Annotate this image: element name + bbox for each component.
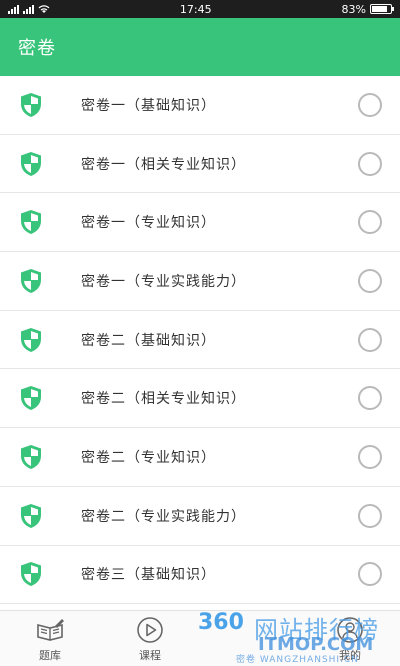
tab-label-mine: 我的 [339,648,361,662]
shield-icon [21,327,41,352]
signal-icon [8,4,19,14]
tab-question-bank[interactable]: 题库 [0,611,100,666]
list-item-label: 密卷三（基础知识） [81,567,216,584]
list-item-label: 密卷二（专业知识） [81,449,216,466]
list-item-label: 密卷一（基础知识） [81,97,216,114]
list-item-label: 密卷一（专业知识） [81,215,216,232]
shield-icon [21,268,41,293]
tab-bar: 题库 课程 我的 [0,610,400,666]
radio-button[interactable] [358,562,382,587]
radio-button[interactable] [358,268,382,293]
list-item[interactable]: 密卷一（专业实践能力） [0,252,400,311]
list-item-label: 密卷一（专业实践能力） [81,273,246,290]
status-right: 83% [341,2,394,16]
shield-icon [21,92,41,117]
list-item-label: 密卷二（基础知识） [81,332,216,349]
list-item-label: 密卷一（相关专业知识） [81,156,246,173]
signal-icon-2 [23,4,34,14]
list-item[interactable]: 密卷二（基础知识） [0,311,400,370]
radio-button[interactable] [358,210,382,235]
radio-button[interactable] [358,444,382,469]
shield-icon [21,562,41,587]
exam-list: 密卷一（基础知识） 密卷一（相关专业知识） 密卷一（专业知识） 密卷一（专业实践能力）… [0,76,400,610]
tab-mine[interactable]: 我的 [300,611,400,666]
tab-label-question-bank: 题库 [39,648,61,662]
list-item-label: 密卷二（相关专业知识） [81,391,246,408]
shield-icon [21,210,41,235]
status-time: 17:45 [179,2,212,16]
radio-button[interactable] [358,386,382,411]
list-item[interactable]: 密卷一（基础知识） [0,76,400,135]
radio-button[interactable] [358,92,382,117]
tab-label-courses: 课程 [139,648,161,662]
shield-icon [21,386,41,411]
user-icon [335,615,365,645]
battery-icon [370,4,394,14]
status-bar: 17:45 83% [0,0,400,18]
list-item[interactable]: 密卷一（相关专业知识） [0,135,400,194]
list-item[interactable]: 密卷二（相关专业知识） [0,369,400,429]
shield-icon [21,151,41,176]
radio-button[interactable] [358,327,382,352]
radio-button[interactable] [358,503,382,528]
book-pen-icon [35,615,65,645]
wifi-icon [38,5,50,13]
play-circle-icon [135,615,165,645]
page-title: 密卷 [18,38,56,59]
list-item[interactable]: 密卷二（专业实践能力） [0,487,400,546]
tab-third[interactable] [200,611,300,666]
tab-icon [235,623,265,653]
list-item[interactable]: 密卷一（专业知识） [0,193,400,253]
list-item[interactable]: 密卷三（基础知识） [0,546,400,605]
app-bar: 密卷 [0,18,400,76]
tab-courses[interactable]: 课程 [100,611,200,666]
status-left [8,4,50,14]
shield-icon [21,444,41,469]
shield-icon [21,503,41,528]
list-item-label: 密卷二（专业实践能力） [81,508,246,525]
battery-percent: 83% [341,2,366,16]
battery-fill [372,6,387,12]
radio-button[interactable] [358,151,382,176]
list-item[interactable]: 密卷二（专业知识） [0,428,400,487]
